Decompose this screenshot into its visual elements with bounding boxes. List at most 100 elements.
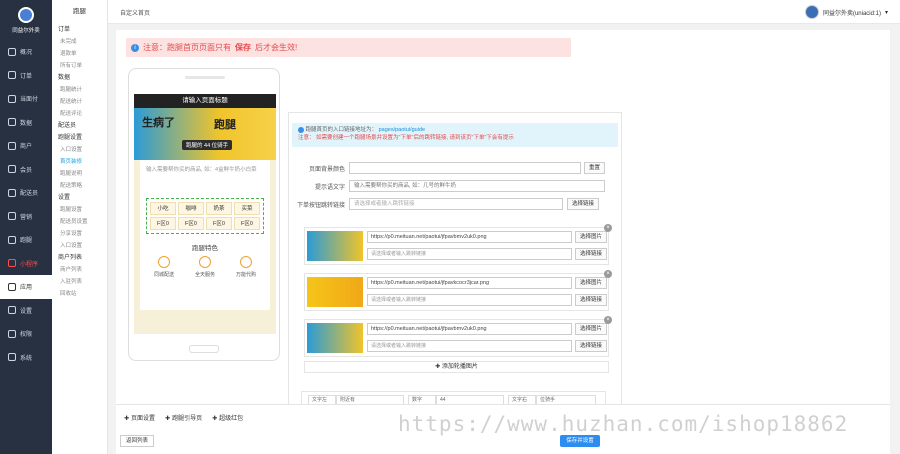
- subnav-link[interactable]: 配送评论: [52, 108, 107, 120]
- apps-icon: [8, 282, 16, 291]
- subnav-link[interactable]: 商户列表: [52, 264, 107, 276]
- link-input[interactable]: 请选择或者输入跳转链接: [349, 198, 563, 210]
- app-logo[interactable]: 同益尔外卖: [0, 0, 52, 40]
- category-cell[interactable]: F区0: [150, 217, 176, 230]
- page-tab[interactable]: ✚ 跑腿引导页: [165, 413, 202, 422]
- save-button[interactable]: 保存并设置: [560, 435, 600, 447]
- close-icon[interactable]: ×: [604, 316, 612, 324]
- category-cell[interactable]: F区0: [178, 217, 204, 230]
- sidebar-item-10[interactable]: 应用: [0, 275, 52, 299]
- select-image-button[interactable]: 选择图片: [575, 323, 607, 335]
- sidebar-item-5[interactable]: 会员: [0, 158, 52, 182]
- subnav-link[interactable]: 入驻列表: [52, 276, 107, 288]
- add-image-label: 添加轮播图片: [441, 364, 478, 370]
- system-icon: [8, 353, 16, 362]
- page-tab[interactable]: ✚ 页面设置: [124, 413, 155, 422]
- goods-textarea[interactable]: 输入需要帮你买的商品, 如：4盒鲜牛奶小白菜: [146, 166, 264, 174]
- image-url-input[interactable]: https://p0.meituan.net/paotui/jfpavkcocr…: [367, 277, 572, 289]
- category-cell[interactable]: 买菜: [234, 202, 260, 215]
- tab-label: 跑腿引导页: [172, 416, 203, 422]
- select-link-button[interactable]: 选择链接: [567, 198, 600, 210]
- category-cell[interactable]: F区0: [234, 217, 260, 230]
- select-link-button[interactable]: 选择链接: [575, 294, 607, 306]
- subnav-link[interactable]: 回收站: [52, 288, 107, 300]
- chevron-down-icon: ▾: [884, 9, 888, 16]
- info-icon: [298, 126, 304, 133]
- sidebar-item-4[interactable]: 商户: [0, 134, 52, 158]
- close-icon[interactable]: ×: [604, 224, 612, 232]
- feature-label: 同城配送: [153, 272, 174, 278]
- select-image-button[interactable]: 选择图片: [575, 231, 607, 243]
- subnav-link[interactable]: 跑腿说明: [52, 168, 107, 180]
- subnav-link[interactable]: 入口设置: [52, 240, 107, 252]
- sidebar-item-8[interactable]: 跑腿: [0, 228, 52, 252]
- feature-item: 万能代购: [228, 256, 264, 278]
- sidebar-item-label: 会员: [20, 167, 33, 174]
- subnav-link[interactable]: 所有订单: [52, 60, 107, 72]
- image-url-input[interactable]: https://p0.meituan.net/paotui/jfpavbmv2u…: [367, 231, 572, 243]
- banner-thumbnail[interactable]: [307, 231, 363, 261]
- page-title-preview[interactable]: 请输入页面标题: [134, 94, 276, 108]
- subnav-link[interactable]: 跑腿设置: [52, 204, 107, 216]
- image-link-input[interactable]: 请选择或者输入跳转链接: [367, 340, 572, 352]
- user-menu[interactable]: 同益尔外卖(uniacid:1) ▾: [804, 5, 888, 19]
- banner-image-row: https://p0.meituan.net/paotui/jfpavbmv2u…: [304, 224, 612, 265]
- sidebar-item-1[interactable]: 订单: [0, 64, 52, 88]
- reset-button[interactable]: 重置: [584, 162, 606, 174]
- select-link-button[interactable]: 选择链接: [575, 248, 607, 260]
- image-url-input[interactable]: https://p0.meituan.net/paotui/jfpavbmv2u…: [367, 323, 572, 335]
- add-image-button[interactable]: ✚ 添加轮播图片: [304, 361, 609, 373]
- phone-home-button: [189, 345, 219, 353]
- close-icon[interactable]: ×: [604, 270, 612, 278]
- sidebar-item-11[interactable]: 设置: [0, 299, 52, 323]
- sidebar-item-13[interactable]: 系统: [0, 346, 52, 370]
- subnav-link[interactable]: 退款单: [52, 48, 107, 60]
- info-note-pre: 注意：: [298, 135, 315, 141]
- subnav-link[interactable]: 配送策略: [52, 180, 107, 192]
- data-icon: [8, 118, 16, 127]
- category-cell[interactable]: 小吃: [150, 202, 176, 215]
- banner-thumbnail[interactable]: [307, 277, 363, 307]
- back-to-list-button[interactable]: 返回列表: [120, 435, 155, 447]
- order-icon: [8, 71, 16, 80]
- select-link-button[interactable]: 选择链接: [575, 340, 607, 352]
- avatar: [804, 5, 819, 19]
- page-tab[interactable]: ✚ 超级红包: [212, 413, 243, 422]
- category-cell[interactable]: 咖啡: [178, 202, 204, 215]
- banner-text-1: 生病了: [142, 117, 175, 129]
- bg-color-input[interactable]: [349, 162, 581, 174]
- feature-icon: [240, 256, 252, 268]
- sidebar-item-2[interactable]: 当面付: [0, 87, 52, 111]
- subnav-link[interactable]: 未完成: [52, 36, 107, 48]
- banner-preview[interactable]: 生病了 跑腿 跑腿的 44 位骑手: [134, 108, 276, 160]
- category-cell[interactable]: 奶茶: [206, 202, 232, 215]
- sidebar-item-12[interactable]: 权限: [0, 322, 52, 346]
- warning-text-em: 保存: [235, 43, 251, 52]
- subnav-link[interactable]: 跑腿统计: [52, 84, 107, 96]
- subnav-link[interactable]: 配送统计: [52, 96, 107, 108]
- subnav-link[interactable]: 入口设置: [52, 144, 107, 156]
- subnav-link[interactable]: 首页装修: [52, 156, 107, 168]
- select-image-button[interactable]: 选择图片: [575, 277, 607, 289]
- sidebar-item-9[interactable]: 小程序: [0, 252, 52, 276]
- tip-input[interactable]: 输入需要帮你买的商品, 如：几号的鲜牛奶: [349, 180, 605, 192]
- sidebar-item-7[interactable]: 营销: [0, 205, 52, 229]
- category-cell[interactable]: F区0: [206, 217, 232, 230]
- subnav-link[interactable]: 分享设置: [52, 228, 107, 240]
- sidebar-item-3[interactable]: 数据: [0, 111, 52, 135]
- feature-label: 全天服务: [194, 272, 215, 278]
- subnav-link[interactable]: 配送员设置: [52, 216, 107, 228]
- image-link-input[interactable]: 请选择或者输入跳转链接: [367, 294, 572, 306]
- store-icon: [8, 141, 16, 150]
- marketing-icon: [8, 212, 16, 221]
- banner-thumbnail[interactable]: [307, 323, 363, 353]
- subnav-group: 商户列表: [58, 255, 83, 261]
- image-link-input[interactable]: 请选择或者输入跳转链接: [367, 248, 572, 260]
- logo-icon: [18, 6, 34, 23]
- sidebar-item-6[interactable]: 配送员: [0, 181, 52, 205]
- sidebar-item-0[interactable]: 概况: [0, 40, 52, 64]
- app-root: 同益尔外卖 概况 订单当面付数据 商户会员配送员 营销 跑腿 小程序 应用 设置 权限 系统 跑腿…: [0, 0, 900, 454]
- sidebar-item-label: 当面付: [20, 97, 39, 104]
- entry-link[interactable]: pages/paotui/guide: [379, 127, 425, 133]
- bg-color-label: 页面背景颜色: [308, 166, 345, 173]
